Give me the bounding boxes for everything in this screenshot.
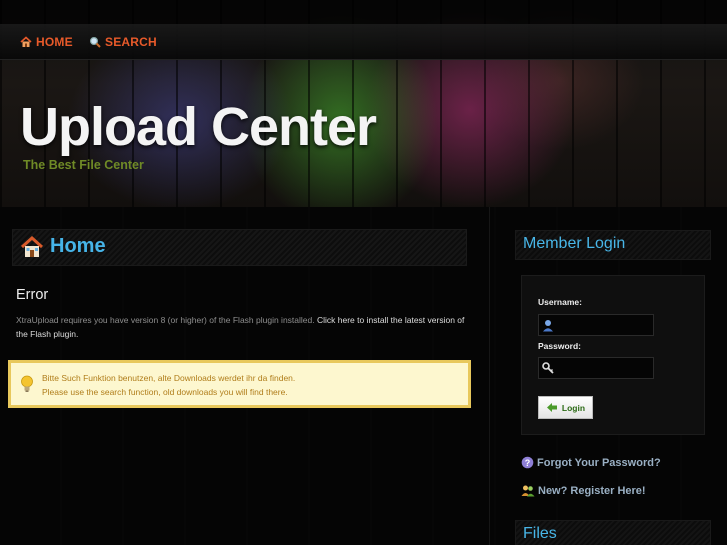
register-label: New? Register Here! [538, 484, 646, 497]
error-message: XtraUpload requires you have version 8 (… [16, 313, 466, 341]
user-icon [543, 320, 553, 332]
password-label: Password: [538, 341, 581, 351]
register-link[interactable]: New? Register Here! [521, 484, 646, 497]
nav-home-label: HOME [36, 35, 73, 49]
notice-box: Bitte Such Funktion benutzen, alte Downl… [8, 360, 471, 408]
svg-text:?: ? [525, 458, 531, 468]
forgot-password-label: Forgot Your Password? [537, 456, 661, 469]
password-input[interactable] [557, 360, 651, 376]
page: HOME SEARCH Upload Center The Best File … [0, 0, 727, 545]
main-heading-label: Home [50, 235, 106, 257]
notice-text: Bitte Such Funktion benutzen, alte Downl… [42, 371, 295, 399]
notice-line-german: Bitte Such Funktion benutzen, alte Downl… [42, 373, 296, 383]
forgot-password-link[interactable]: ? Forgot Your Password? [521, 456, 661, 469]
house-icon [20, 36, 32, 47]
login-button[interactable]: Login [538, 396, 593, 419]
username-field-wrapper [538, 314, 654, 336]
files-title: Files [523, 525, 557, 542]
top-navbar: HOME SEARCH [0, 24, 727, 60]
site-tagline: The Best File Center [23, 158, 144, 172]
nav-search-link[interactable]: SEARCH [89, 33, 157, 51]
username-input[interactable] [557, 317, 651, 333]
login-button-label: Login [561, 402, 586, 413]
nav-home-link[interactable]: HOME [20, 33, 73, 51]
login-arrow-icon [546, 403, 557, 412]
users-icon [521, 485, 535, 497]
nav-search-label: SEARCH [105, 35, 157, 49]
house-icon [20, 235, 44, 257]
help-icon: ? [521, 456, 534, 469]
username-label: Username: [538, 297, 582, 307]
key-icon [542, 362, 554, 374]
main-heading: Home [20, 235, 106, 258]
password-field-wrapper [538, 357, 654, 379]
member-login-title: Member Login [523, 235, 626, 252]
error-text: XtraUpload requires you have version 8 (… [16, 315, 315, 325]
column-divider [489, 207, 490, 545]
site-title: Upload Center [20, 97, 377, 157]
lightbulb-icon [21, 375, 33, 392]
notice-line-english: Please use the search function, old down… [42, 387, 288, 397]
error-title: Error [16, 287, 49, 303]
top-strip [0, 0, 727, 24]
magnifier-icon [89, 36, 101, 48]
